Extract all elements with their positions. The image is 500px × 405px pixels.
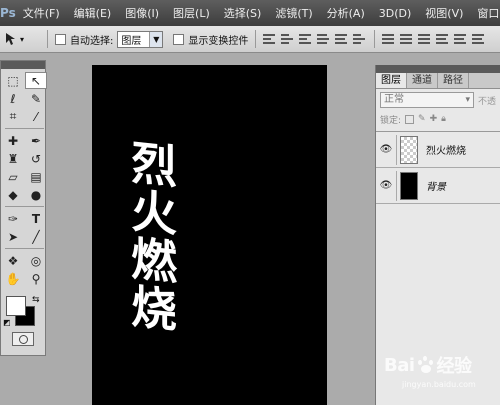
- menu-edit[interactable]: 编辑(E): [67, 5, 119, 21]
- default-colors-icon[interactable]: ◩: [3, 318, 11, 327]
- panel-header[interactable]: [376, 65, 500, 73]
- lasso-tool-icon[interactable]: ℓ: [2, 90, 24, 107]
- eraser-tool-icon[interactable]: ▱: [2, 168, 24, 185]
- lock-label: 锁定:: [380, 115, 402, 126]
- marquee-tool-icon[interactable]: ⬚: [2, 72, 24, 89]
- gradient-tool-icon[interactable]: ▤: [25, 168, 47, 185]
- divider: [255, 30, 257, 48]
- pen-tool-icon[interactable]: ✑: [2, 210, 24, 227]
- clone-stamp-tool-icon[interactable]: ♜: [2, 150, 24, 167]
- tab-layers[interactable]: 图层: [376, 73, 407, 88]
- menu-select[interactable]: 选择(S): [217, 5, 269, 21]
- line-tool-icon[interactable]: ╱: [25, 228, 47, 245]
- paw-icon: [416, 355, 436, 375]
- 3d-rotate-tool-icon[interactable]: ❖: [2, 252, 24, 269]
- blend-mode-dropdown[interactable]: 正常: [380, 92, 474, 108]
- distribute-left-icon[interactable]: [436, 32, 450, 46]
- hand-tool-icon[interactable]: ✋: [2, 270, 24, 287]
- distribute-bottom-icon[interactable]: [418, 32, 432, 46]
- dodge-tool-icon[interactable]: ●: [25, 186, 47, 203]
- baidu-watermark: Bai 经验 jingyan.baidu.com: [384, 352, 500, 405]
- auto-select-checkbox[interactable]: [55, 33, 66, 45]
- 3d-orbit-tool-icon[interactable]: ◎: [25, 252, 47, 269]
- tab-channels[interactable]: 通道: [407, 73, 438, 88]
- lock-pixels-icon[interactable]: ✎: [418, 114, 426, 124]
- menu-image[interactable]: 图像(I): [118, 5, 166, 21]
- watermark-brand: Bai: [384, 354, 415, 376]
- align-left-icon[interactable]: [317, 32, 331, 46]
- menu-window[interactable]: 窗口(W): [470, 5, 500, 21]
- menu-file[interactable]: 文件(F): [16, 5, 67, 21]
- auto-select-dropdown[interactable]: 图层 ▼: [117, 30, 164, 48]
- show-transform-label: 显示变换控件: [188, 35, 249, 47]
- align-bottom-icon[interactable]: [299, 32, 313, 46]
- canvas-text-layer: 烈火燃烧: [124, 137, 178, 335]
- tab-paths[interactable]: 路径: [438, 73, 469, 88]
- menu-analysis[interactable]: 分析(A): [320, 5, 372, 21]
- quick-mask-button[interactable]: [12, 332, 34, 346]
- align-hcenter-icon[interactable]: [335, 32, 349, 46]
- opacity-label: 不透: [477, 96, 496, 107]
- menu-view[interactable]: 视图(V): [418, 5, 470, 21]
- chevron-down-icon: ▼: [149, 31, 163, 47]
- watermark-url: jingyan.baidu.com: [402, 380, 476, 389]
- distribute-hcenter-icon[interactable]: [454, 32, 468, 46]
- auto-select-label: 自动选择:: [70, 35, 114, 47]
- options-bar: ▾ 自动选择: 图层 ▼ 显示变换控件: [0, 26, 500, 53]
- path-select-tool-icon[interactable]: ➤: [2, 228, 24, 245]
- move-tool-icon: [6, 33, 15, 45]
- crop-tool-icon[interactable]: ⌗: [2, 108, 24, 125]
- toolbox: ⬚ ↖ ℓ ✎ ⌗ ⁄ ✚ ✒ ♜ ↺ ▱ ▤ ◆ ● ✑ T ➤ ╱ ❖ ◎ …: [0, 60, 47, 356]
- eye-icon[interactable]: 👁︎: [376, 144, 396, 155]
- layer-row[interactable]: 👁︎ 烈火燃烧: [376, 132, 500, 168]
- menu-3d[interactable]: 3D(D): [372, 7, 419, 20]
- lock-transparency-icon[interactable]: [405, 114, 415, 124]
- app-logo: Ps: [0, 6, 16, 20]
- divider: [5, 248, 44, 249]
- quick-select-tool-icon[interactable]: ✎: [25, 90, 47, 107]
- layers-list: 👁︎ 烈火燃烧 👁︎ 背景: [376, 131, 500, 204]
- foreground-color-swatch[interactable]: [6, 296, 26, 316]
- show-transform-checkbox[interactable]: [173, 33, 185, 45]
- divider: [47, 30, 48, 48]
- eyedropper-tool-icon[interactable]: ⁄: [25, 108, 47, 125]
- watermark-suffix: 经验: [436, 356, 473, 377]
- lock-position-icon[interactable]: ✚: [430, 114, 438, 124]
- blur-tool-icon[interactable]: ◆: [2, 186, 24, 203]
- eye-icon[interactable]: 👁︎: [376, 180, 396, 191]
- menu-layer[interactable]: 图层(L): [166, 5, 217, 21]
- divider: [374, 30, 376, 48]
- toolbox-header[interactable]: [1, 61, 45, 69]
- tool-preset-picker[interactable]: ▾: [4, 32, 40, 46]
- layer-thumbnail: [399, 171, 418, 200]
- quick-mask-icon: [18, 334, 28, 344]
- layer-row[interactable]: 👁︎ 背景: [376, 168, 500, 204]
- color-swatches: ⇆ ◩: [1, 294, 45, 328]
- align-top-icon[interactable]: [263, 32, 277, 46]
- swap-colors-icon[interactable]: ⇆: [32, 295, 40, 305]
- align-right-icon[interactable]: [353, 32, 367, 46]
- menu-filter[interactable]: 滤镜(T): [268, 5, 319, 21]
- distribute-vcenter-icon[interactable]: [400, 32, 414, 46]
- lock-all-icon[interactable]: 🔒︎: [441, 114, 446, 124]
- divider: [5, 206, 44, 207]
- divider: [5, 128, 44, 129]
- menu-bar: Ps 文件(F) 编辑(E) 图像(I) 图层(L) 选择(S) 滤镜(T) 分…: [0, 0, 500, 26]
- align-vcenter-icon[interactable]: [281, 32, 295, 46]
- history-brush-tool-icon[interactable]: ↺: [25, 150, 47, 167]
- layer-thumbnail: [399, 135, 418, 164]
- brush-tool-icon[interactable]: ✒: [25, 132, 47, 149]
- distribute-right-icon[interactable]: [472, 32, 486, 46]
- distribute-top-icon[interactable]: [382, 32, 396, 46]
- type-tool-icon[interactable]: T: [25, 210, 47, 227]
- move-tool-icon[interactable]: ↖: [25, 72, 47, 89]
- zoom-tool-icon[interactable]: ⚲: [25, 270, 47, 287]
- layer-name: 烈火燃烧: [426, 146, 466, 157]
- chevron-down-icon: ▾: [20, 34, 25, 44]
- auto-select-value: 图层: [121, 35, 142, 47]
- healing-brush-tool-icon[interactable]: ✚: [2, 132, 24, 149]
- layer-name: 背景: [426, 182, 446, 193]
